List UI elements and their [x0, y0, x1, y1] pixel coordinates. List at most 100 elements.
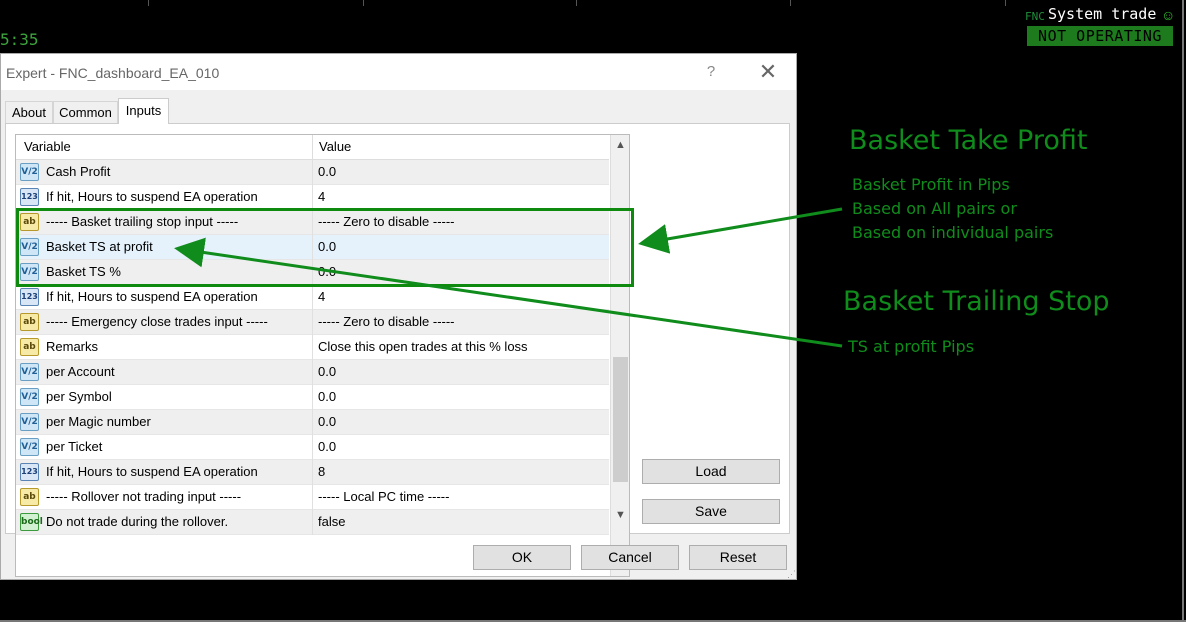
tab-common[interactable]: Common: [53, 101, 118, 123]
integer-type-icon: 123: [20, 463, 39, 481]
column-divider: [312, 285, 313, 310]
tab-inputs[interactable]: Inputs: [118, 98, 169, 124]
scrollbar-thumb[interactable]: [613, 357, 628, 482]
column-header-value[interactable]: Value: [319, 139, 351, 154]
column-divider: [312, 385, 313, 410]
table-row[interactable]: V/2 per Account 0.0: [16, 360, 609, 385]
value-cell[interactable]: 0.0: [318, 364, 336, 379]
column-header-variable[interactable]: Variable: [24, 139, 71, 154]
column-divider: [312, 410, 313, 435]
resize-grip-icon[interactable]: ⋰: [787, 569, 796, 580]
cancel-button[interactable]: Cancel: [581, 545, 679, 570]
system-trade-title: System trade: [1048, 5, 1157, 23]
take-profit-title: Basket Take Profit: [849, 125, 1088, 156]
scroll-down-icon[interactable]: ▼: [611, 505, 629, 525]
table-row[interactable]: V/2 Cash Profit 0.0: [16, 160, 609, 185]
table-row[interactable]: 123 If hit, Hours to suspend EA operation…: [16, 285, 609, 310]
value-cell[interactable]: 0.0: [318, 389, 336, 404]
reset-button[interactable]: Reset: [689, 545, 787, 570]
take-profit-line: Based on individual pairs: [852, 223, 1054, 242]
value-cell[interactable]: 4: [318, 289, 325, 304]
value-cell[interactable]: ----- Local PC time -----: [318, 489, 449, 504]
variable-cell: per Ticket: [46, 439, 103, 454]
table-row[interactable]: V/2 per Symbol 0.0: [16, 385, 609, 410]
variable-cell: per Magic number: [46, 414, 151, 429]
value-cell[interactable]: 4: [318, 189, 325, 204]
variable-cell: If hit, Hours to suspend EA operation: [46, 289, 258, 304]
system-status-badge: NOT OPERATING: [1027, 26, 1173, 46]
chart-border-right: [1182, 0, 1184, 622]
variable-cell: If hit, Hours to suspend EA operation: [46, 189, 258, 204]
table-header: Variable Value: [16, 135, 609, 160]
value-cell[interactable]: 0.0: [318, 414, 336, 429]
variable-cell: Cash Profit: [46, 164, 111, 179]
ok-button[interactable]: OK: [473, 545, 571, 570]
scale-tick: [148, 0, 149, 6]
variable-cell: ----- Emergency close trades input -----: [46, 314, 268, 329]
variable-cell: Remarks: [46, 339, 99, 354]
variable-cell: ----- Rollover not trading input -----: [46, 489, 242, 504]
double-type-icon: V/2: [20, 388, 39, 406]
column-divider: [312, 185, 313, 210]
take-profit-line: Basket Profit in Pips: [852, 175, 1010, 194]
integer-type-icon: 123: [20, 288, 39, 306]
close-icon[interactable]: ✕: [756, 60, 780, 84]
value-cell[interactable]: Close this open trades at this % loss: [318, 339, 528, 354]
value-cell[interactable]: false: [318, 514, 345, 529]
column-divider[interactable]: [312, 135, 313, 159]
value-cell[interactable]: ----- Zero to disable -----: [318, 314, 455, 329]
scale-tick: [363, 0, 364, 6]
string-type-icon: ab: [20, 338, 39, 356]
scroll-up-icon[interactable]: ▲: [611, 135, 629, 155]
chart-top-scale: [0, 0, 1186, 6]
expert-properties-dialog: Expert - FNC_dashboard_EA_010 ? ✕ About …: [0, 53, 797, 580]
variable-cell: per Account: [46, 364, 115, 379]
scale-tick: [790, 0, 791, 6]
take-profit-line: Based on All pairs or: [852, 199, 1017, 218]
trailing-stop-title: Basket Trailing Stop: [843, 286, 1110, 317]
table-row[interactable]: 123 If hit, Hours to suspend EA operation…: [16, 460, 609, 485]
tab-about[interactable]: About: [5, 101, 53, 123]
integer-type-icon: 123: [20, 188, 39, 206]
chart-bottom-strip: [0, 622, 1186, 628]
table-row[interactable]: V/2 per Magic number 0.0: [16, 410, 609, 435]
column-divider: [312, 460, 313, 485]
smiley-icon: ☺: [1161, 7, 1176, 23]
double-type-icon: V/2: [20, 438, 39, 456]
double-type-icon: V/2: [20, 163, 39, 181]
double-type-icon: V/2: [20, 413, 39, 431]
table-row[interactable]: ab Remarks Close this open trades at this …: [16, 335, 609, 360]
trailing-stop-highlight-box: [16, 208, 634, 287]
double-type-icon: V/2: [20, 363, 39, 381]
table-row[interactable]: 123 If hit, Hours to suspend EA operation…: [16, 185, 609, 210]
column-divider: [312, 435, 313, 460]
dialog-titlebar[interactable]: Expert - FNC_dashboard_EA_010 ? ✕: [1, 54, 796, 90]
table-row[interactable]: ab ----- Emergency close trades input ---…: [16, 310, 609, 335]
scale-tick: [1005, 0, 1006, 6]
column-divider: [312, 360, 313, 385]
inputs-table: Variable Value V/2 Cash Profit 0.0 123 If hi…: [15, 134, 630, 577]
table-row[interactable]: ab ----- Rollover not trading input -----…: [16, 485, 609, 510]
string-type-icon: ab: [20, 313, 39, 331]
value-cell[interactable]: 0.0: [318, 439, 336, 454]
value-cell[interactable]: 8: [318, 464, 325, 479]
variable-cell: per Symbol: [46, 389, 112, 404]
system-fnc-label: FNC: [1025, 10, 1045, 23]
column-divider: [312, 485, 313, 510]
table-row[interactable]: V/2 per Ticket 0.0: [16, 435, 609, 460]
scale-tick: [576, 0, 577, 6]
string-type-icon: ab: [20, 488, 39, 506]
chart-clock: 5:35: [0, 30, 39, 49]
column-divider: [312, 160, 313, 185]
table-row[interactable]: bool Do not trade during the rollover. fal…: [16, 510, 609, 535]
vertical-scrollbar[interactable]: ▲ ▼: [610, 135, 629, 576]
dialog-title: Expert - FNC_dashboard_EA_010: [6, 65, 220, 81]
help-button[interactable]: ?: [701, 62, 721, 82]
load-button[interactable]: Load: [642, 459, 780, 484]
value-cell[interactable]: 0.0: [318, 164, 336, 179]
column-divider: [312, 510, 313, 535]
column-divider: [312, 310, 313, 335]
trailing-stop-line: TS at profit Pips: [848, 337, 975, 356]
save-button[interactable]: Save: [642, 499, 780, 524]
column-divider: [312, 335, 313, 360]
